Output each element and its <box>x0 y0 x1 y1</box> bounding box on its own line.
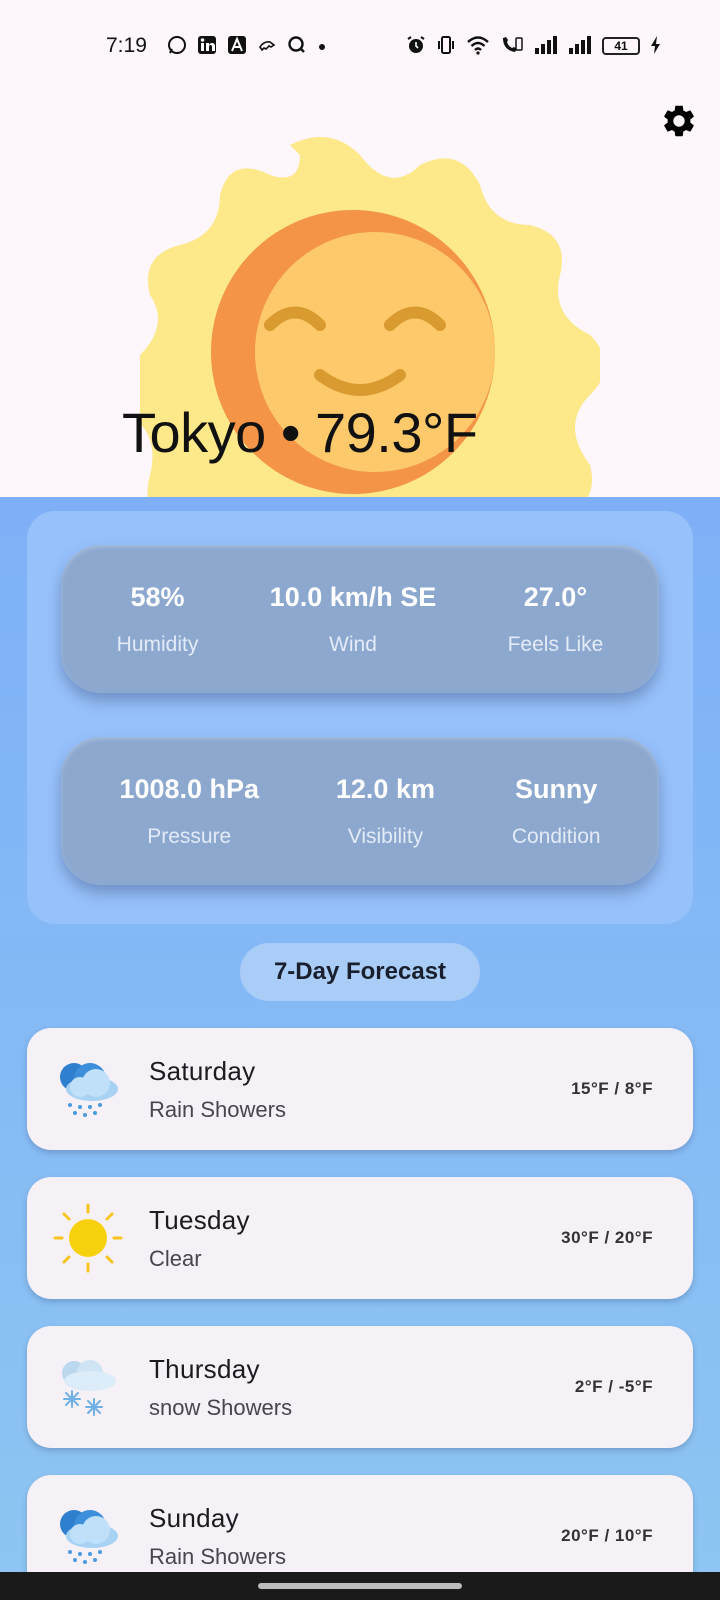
stat-label: Wind <box>329 632 377 656</box>
dot-icon <box>317 37 327 55</box>
battery-indicator: 41 <box>602 37 640 55</box>
day-name: Sunday <box>149 1502 239 1533</box>
stat-value: 1008.0 hPa <box>119 773 260 804</box>
settings-button[interactable] <box>658 100 700 142</box>
stat-label: Visibility <box>347 824 424 848</box>
volte-call-icon <box>500 35 524 58</box>
forecast-day-card[interactable]: Thursday snow Showers 2°F / -5°F <box>27 1326 693 1448</box>
whatsapp-icon <box>167 35 187 58</box>
stat-label: Feels Like <box>507 632 604 656</box>
signal-icon <box>534 35 558 57</box>
status-left: 7:19 <box>106 34 327 58</box>
day-condition: Rain Showers <box>149 1096 286 1122</box>
app-a-icon <box>227 35 247 58</box>
forecast-title: 7-Day Forecast <box>240 943 480 1001</box>
stats-card-secondary: 1008.0 hPa Pressure 12.0 km Visibility S… <box>61 737 659 885</box>
weather-header: Tokyo • 79.3°F <box>0 92 720 497</box>
rain-showers-icon <box>51 1052 125 1126</box>
stat-condition: Sunny Condition <box>512 774 601 849</box>
snow-showers-icon <box>51 1350 125 1424</box>
day-temperature: 15°F / 8°F <box>571 1079 653 1098</box>
stat-value: 12.0 km <box>335 773 435 804</box>
day-condition: Rain Showers <box>149 1543 286 1569</box>
day-text: Tuesday Clear <box>149 1205 561 1272</box>
alarm-icon <box>406 35 426 58</box>
rain-showers-icon <box>51 1499 125 1572</box>
forecast-day-card[interactable]: Tuesday Clear 30°F / 20°F <box>27 1177 693 1299</box>
stat-humidity: 58% Humidity <box>117 582 199 657</box>
signal-icon <box>568 35 592 57</box>
forecast-day-card[interactable]: Sunday Rain Showers 20°F / 10°F <box>27 1475 693 1572</box>
vibrate-icon <box>436 35 456 58</box>
day-temperature: 2°F / -5°F <box>574 1377 653 1396</box>
day-condition: Clear <box>149 1245 202 1271</box>
linkedin-icon <box>197 35 217 58</box>
stat-pressure: 1008.0 hPa Pressure <box>119 774 259 849</box>
day-text: Thursday snow Showers <box>149 1354 575 1421</box>
stat-label: Condition <box>511 824 601 848</box>
system-nav-bar <box>0 1572 720 1600</box>
city-temperature: Tokyo • 79.3°F <box>122 401 478 464</box>
status-bar: 7:19 41 <box>0 0 720 92</box>
day-name: Tuesday <box>149 1204 250 1235</box>
stat-label: Pressure <box>147 824 232 848</box>
stat-label: Humidity <box>116 632 199 656</box>
day-name: Thursday <box>149 1353 260 1384</box>
stat-value: 27.0° <box>523 581 588 612</box>
sun-icon <box>51 1201 125 1275</box>
day-temperature: 20°F / 10°F <box>561 1526 653 1545</box>
stats-card-primary: 58% Humidity 10.0 km/h SE Wind 27.0° Fee… <box>61 545 659 693</box>
search-q-icon <box>287 35 307 58</box>
day-name: Saturday <box>149 1055 256 1086</box>
wifi-icon <box>466 35 490 58</box>
stat-visibility: 12.0 km Visibility <box>336 774 435 849</box>
stat-value: 58% <box>130 581 185 612</box>
day-temperature: 30°F / 20°F <box>561 1228 653 1247</box>
day-text: Saturday Rain Showers <box>149 1056 571 1123</box>
home-gesture-handle[interactable] <box>258 1583 462 1589</box>
stat-value: 10.0 km/h SE <box>269 581 437 612</box>
details-panel: 58% Humidity 10.0 km/h SE Wind 27.0° Fee… <box>27 511 693 924</box>
tool-icon <box>257 35 277 58</box>
status-right: 41 <box>406 35 662 58</box>
status-time: 7:19 <box>106 34 147 57</box>
forecast-day-card[interactable]: Saturday Rain Showers 15°F / 8°F <box>27 1028 693 1150</box>
day-text: Sunday Rain Showers <box>149 1503 561 1570</box>
stat-value: Sunny <box>514 773 598 804</box>
day-condition: snow Showers <box>149 1394 293 1420</box>
stat-wind: 10.0 km/h SE Wind <box>270 582 437 657</box>
charging-icon <box>650 35 662 58</box>
gear-icon <box>664 105 694 137</box>
stat-feels-like: 27.0° Feels Like <box>508 582 604 657</box>
main-content: 58% Humidity 10.0 km/h SE Wind 27.0° Fee… <box>0 497 720 1572</box>
